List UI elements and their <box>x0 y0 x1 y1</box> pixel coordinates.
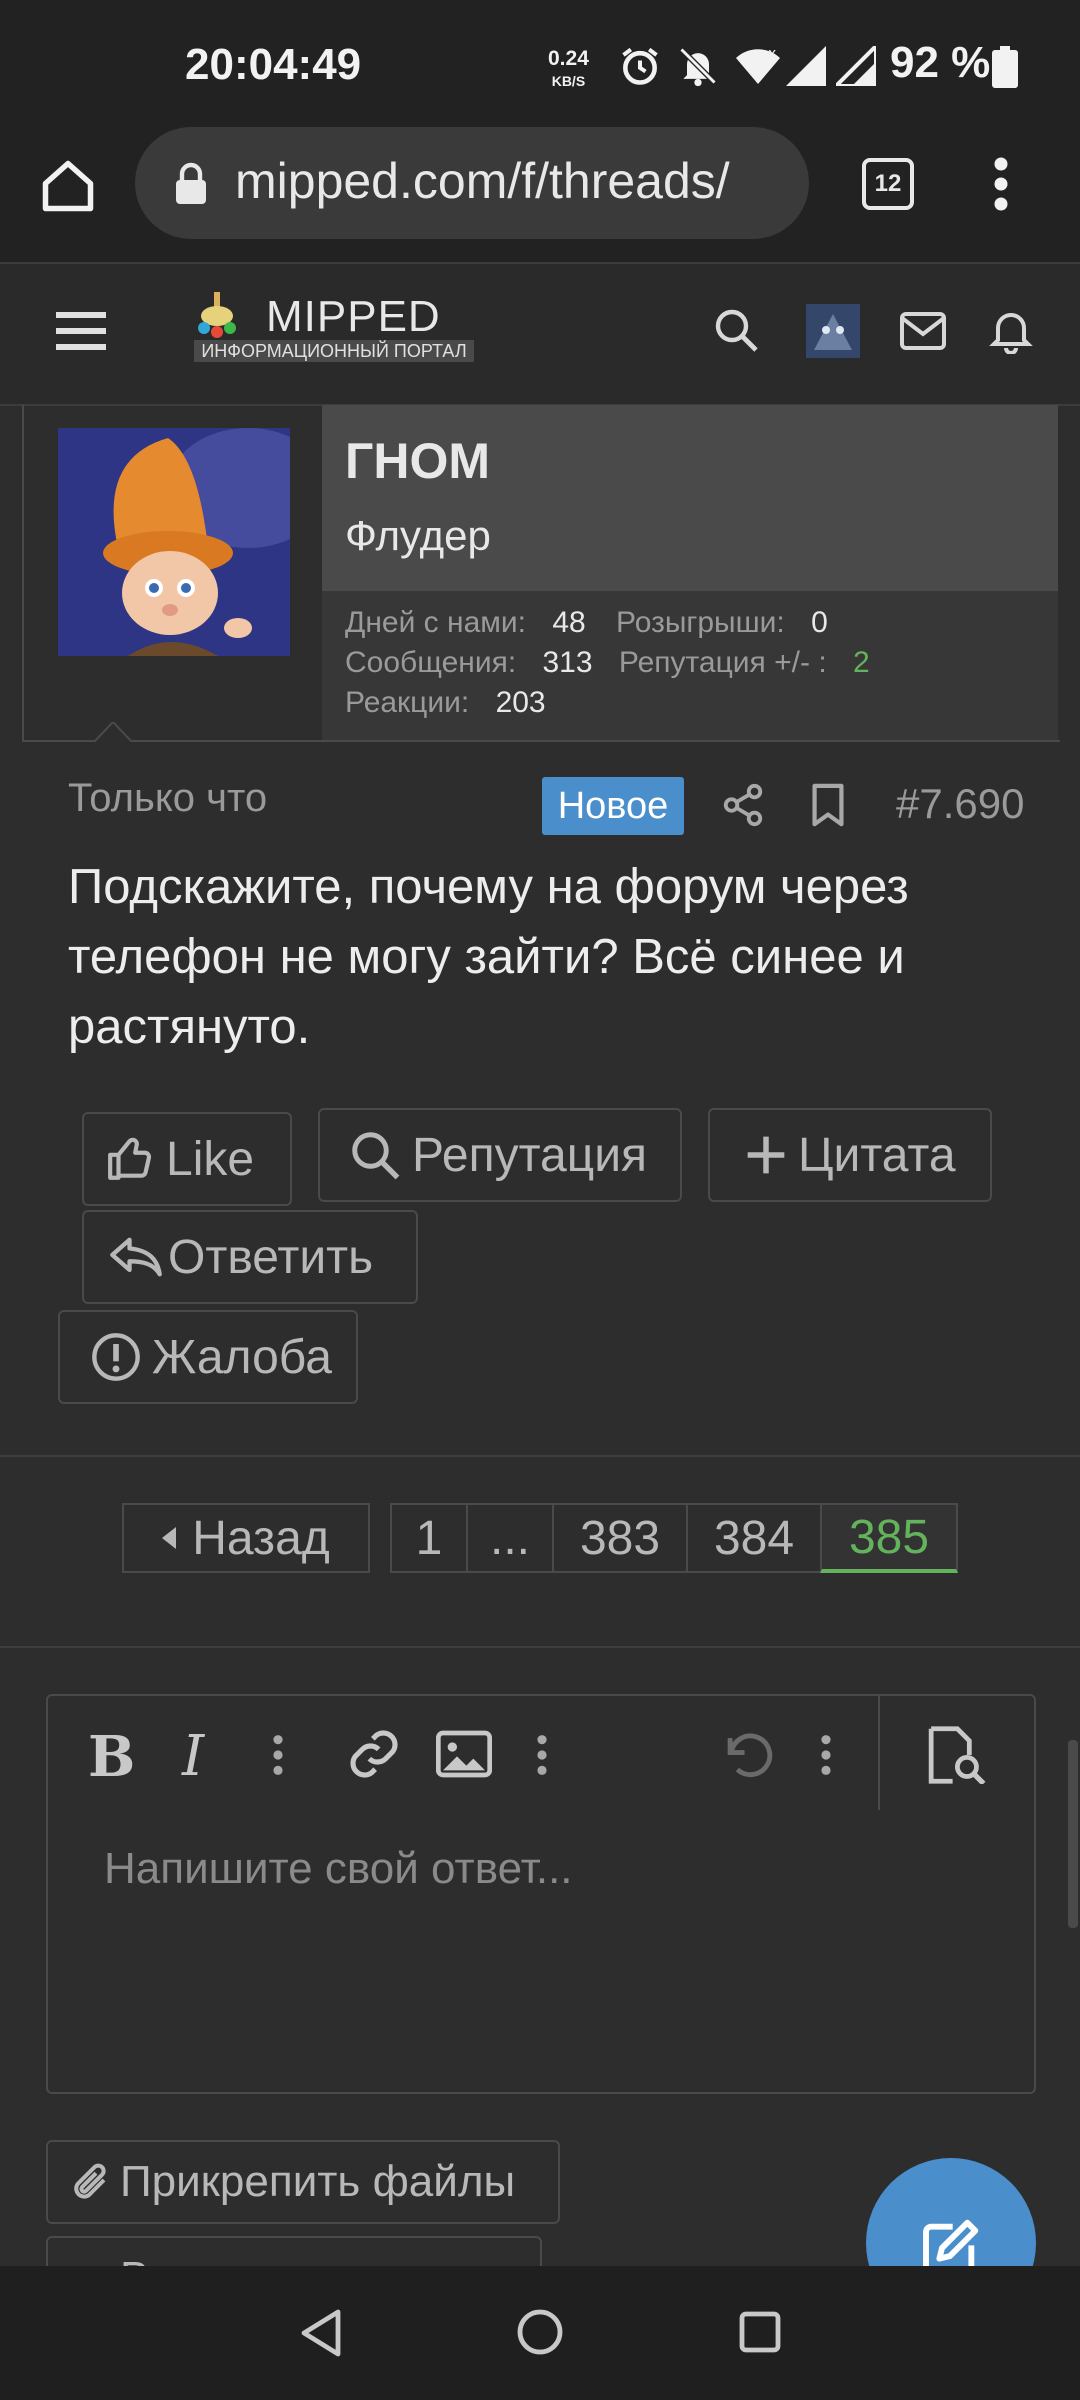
caret-left-icon <box>162 1527 177 1549</box>
reply-button[interactable]: Ответить <box>82 1210 418 1304</box>
like-label: Like <box>166 1132 255 1186</box>
days-label: Дней с нами: <box>345 606 526 639</box>
search-icon[interactable] <box>712 306 760 354</box>
page-link-current[interactable]: 385 <box>820 1503 958 1573</box>
attach-files-button[interactable]: Прикрепить файлы <box>46 2140 560 2224</box>
reputation-label: Репутация +/- : <box>618 646 827 679</box>
status-time: 20:04:49 <box>185 40 362 89</box>
logo-mark-icon[interactable] <box>196 292 238 340</box>
report-button[interactable]: Жалоба <box>58 1310 358 1404</box>
raffles-label: Розыгрыши: <box>616 606 785 639</box>
new-badge: Новое <box>542 777 684 835</box>
home-nav-icon[interactable] <box>516 2308 564 2356</box>
reactions-value: 203 <box>495 686 546 719</box>
user-avatar[interactable] <box>58 428 290 656</box>
svg-text:x: x <box>768 46 776 62</box>
bold-icon[interactable]: B <box>88 1724 135 1790</box>
post-time[interactable]: Только что <box>68 776 267 821</box>
page-link[interactable]: 384 <box>686 1503 822 1573</box>
pagination-back-label: Назад <box>192 1511 330 1565</box>
italic-icon[interactable]: I <box>182 1724 204 1789</box>
preview-button[interactable] <box>880 1696 1034 1810</box>
editor-placeholder[interactable]: Напишите свой ответ... <box>104 1844 573 1894</box>
stats-row-2: Сообщения: 313 Репутация +/- : 2 <box>345 646 870 680</box>
section-divider <box>0 1455 1080 1457</box>
reputation-button[interactable]: Репутация <box>318 1108 682 1202</box>
preview-icon <box>924 1726 986 1784</box>
wifi-icon: x <box>734 44 782 88</box>
header-user-avatar[interactable] <box>806 304 860 358</box>
mute-bell-icon <box>676 44 720 88</box>
alarm-icon <box>618 44 662 88</box>
home-icon[interactable] <box>38 156 98 216</box>
quote-label: Цитата <box>798 1128 956 1182</box>
quote-button[interactable]: Цитата <box>708 1108 992 1202</box>
reply-label: Ответить <box>168 1230 374 1284</box>
recents-nav-icon[interactable] <box>738 2310 782 2354</box>
link-icon[interactable] <box>346 1726 402 1782</box>
thumbs-up-icon <box>106 1134 156 1184</box>
bookmark-icon[interactable] <box>808 782 848 828</box>
report-label: Жалоба <box>152 1330 332 1384</box>
reputation-label-btn: Репутация <box>412 1128 648 1182</box>
reactions-label: Реакции: <box>345 686 470 719</box>
section-divider <box>0 1646 1080 1648</box>
stats-row-1: Дней с нами: 48 Розыгрыши: 0 <box>345 606 828 640</box>
user-title: Флудер <box>345 512 491 559</box>
more-text-options-icon[interactable] <box>270 1732 286 1778</box>
share-icon[interactable] <box>720 782 766 828</box>
image-icon[interactable] <box>436 1730 492 1778</box>
days-value: 48 <box>552 606 586 639</box>
plus-icon <box>744 1133 788 1177</box>
battery-icon <box>992 46 1018 88</box>
card-pointer-arrow <box>94 722 132 742</box>
post-number[interactable]: #7.690 <box>896 780 1024 828</box>
more-history-options-icon[interactable] <box>818 1732 834 1778</box>
page-link[interactable]: 1 <box>390 1503 468 1573</box>
back-nav-icon[interactable] <box>298 2308 344 2358</box>
user-name[interactable]: ГНОМ <box>345 432 490 490</box>
search-rep-icon <box>348 1128 402 1182</box>
tab-switcher-button[interactable]: 12 <box>862 158 914 210</box>
pagination-back-button[interactable]: Назад <box>122 1503 370 1573</box>
alert-circle-icon <box>90 1331 142 1383</box>
mail-icon[interactable] <box>900 312 946 350</box>
card-divider <box>22 740 1060 742</box>
post-body: Подскажите, почему на форум через телефо… <box>68 860 909 1054</box>
url-text[interactable]: mipped.com/f/threads/ <box>235 152 730 210</box>
battery-percent: 92 % <box>890 38 991 87</box>
reply-arrow-icon <box>108 1231 164 1283</box>
like-button[interactable]: Like <box>82 1112 292 1206</box>
notifications-bell-icon[interactable] <box>988 306 1034 354</box>
paperclip-icon <box>70 2158 114 2206</box>
site-logo-text[interactable]: MIPPED <box>266 292 441 342</box>
network-speed: 0.24 KB/S <box>548 47 589 90</box>
hamburger-menu-icon[interactable] <box>56 306 106 354</box>
more-insert-options-icon[interactable] <box>534 1732 550 1778</box>
site-logo-subtitle: ИНФОРМАЦИОННЫЙ ПОРТАЛ <box>194 340 474 362</box>
page-scrollbar[interactable] <box>1068 1740 1078 1928</box>
undo-icon[interactable] <box>718 1726 776 1784</box>
lock-icon <box>174 162 208 204</box>
signal-icon <box>786 46 826 86</box>
page-link[interactable]: 383 <box>552 1503 688 1573</box>
raffles-value: 0 <box>811 606 828 639</box>
messages-value: 313 <box>542 646 593 679</box>
signal-2-icon <box>836 46 876 86</box>
messages-label: Сообщения: <box>345 646 517 679</box>
more-menu-icon[interactable] <box>986 154 1016 214</box>
card-left-border <box>22 405 24 741</box>
attach-files-label: Прикрепить файлы <box>120 2157 516 2206</box>
stats-row-3: Реакции: 203 <box>345 686 546 720</box>
reputation-value: 2 <box>853 646 870 679</box>
page-ellipsis[interactable]: ... <box>466 1503 554 1573</box>
